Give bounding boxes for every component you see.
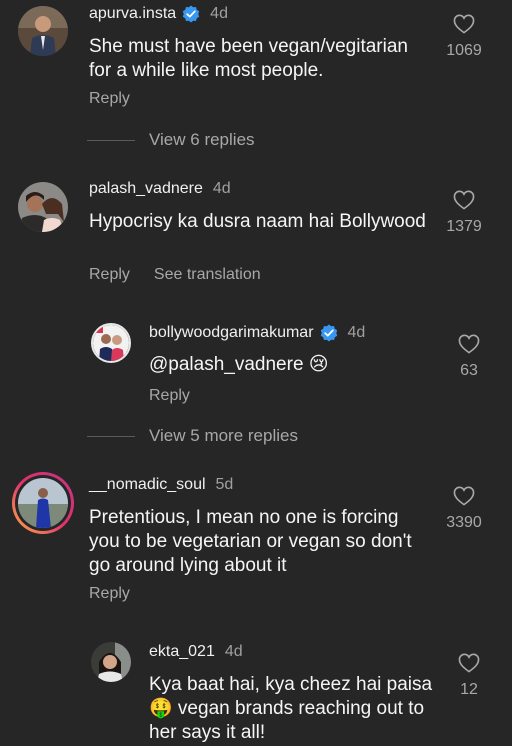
comment-age: 4d [210,5,228,22]
view-replies-button[interactable]: View 6 replies [87,130,255,150]
username[interactable]: bollywoodgarimakumar [149,324,314,342]
verified-badge-icon [320,324,338,342]
comment-text: She must have been vegan/vegitarian for … [89,36,408,81]
heart-outline-icon[interactable] [453,486,475,506]
avatar[interactable] [18,182,68,232]
verified-badge-icon [182,5,200,23]
view-replies-label: View 5 more replies [149,426,298,445]
avatar[interactable] [91,323,131,363]
username-row: palash_vadnere 4d [89,180,231,198]
like-count: 1069 [446,42,482,59]
comment-actions: Reply [89,585,130,603]
like-block: 12 [439,653,499,699]
comment-text: Pretentious, I mean no one is forcing yo… [89,507,412,576]
reply-button[interactable]: Reply [89,266,130,284]
heart-outline-icon[interactable] [453,14,475,34]
username[interactable]: __nomadic_soul [89,476,206,494]
replies-divider-line [87,435,135,437]
view-replies-label: View 6 replies [149,130,255,149]
comment-actions: Reply [89,90,130,108]
story-ring-avatar[interactable] [12,472,74,534]
like-block: 1379 [434,190,494,236]
like-count: 12 [460,681,478,698]
see-translation-button[interactable]: See translation [154,266,261,284]
username-row: ekta_021 4d [149,643,243,661]
comment-age: 4d [224,643,243,660]
username-row: bollywoodgarimakumar 4d [149,324,365,342]
comment-age: 5d [215,476,234,493]
comment-age: 4d [347,324,366,341]
view-more-replies-button[interactable]: View 5 more replies [87,426,298,446]
comment-text: Hypocrisy ka dusra naam hai Bollywood [89,211,426,232]
like-count: 63 [460,362,478,379]
reply-button[interactable]: Reply [89,90,130,108]
reply-button[interactable]: Reply [149,387,190,405]
heart-outline-icon[interactable] [458,334,480,354]
avatar[interactable] [91,642,131,682]
like-count: 3390 [446,514,482,531]
heart-outline-icon[interactable] [453,190,475,210]
reply-button[interactable]: Reply [89,585,130,603]
replies-divider-line [87,139,135,141]
comment-text: Kya baat hai, kya cheez hai paisa🤑 vegan… [149,674,433,743]
like-block: 1069 [434,14,494,60]
username-row: apurva.insta 4d [89,5,228,23]
like-block: 63 [439,334,499,380]
like-block: 3390 [434,486,494,532]
username-row: __nomadic_soul 5d [89,476,233,494]
avatar[interactable] [18,6,68,56]
comment-age: 4d [212,180,231,197]
like-count: 1379 [446,218,482,235]
username[interactable]: palash_vadnere [89,180,203,198]
comment-actions: Reply See translation [89,266,261,284]
username[interactable]: apurva.insta [89,5,176,23]
heart-outline-icon[interactable] [458,653,480,673]
username[interactable]: ekta_021 [149,643,215,661]
comment-actions: Reply [149,387,190,405]
comment-text: @palash_vadnere 😢 [149,354,329,375]
